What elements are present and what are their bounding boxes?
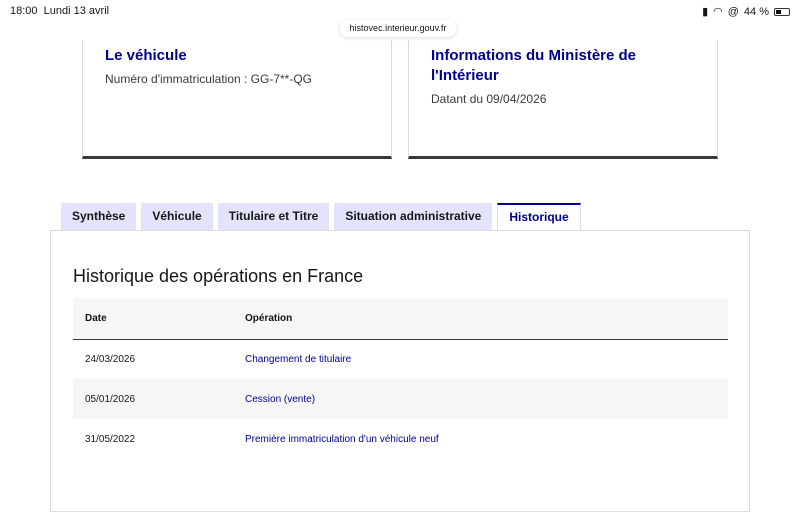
- tab-titulaire[interactable]: Titulaire et Titre: [217, 203, 330, 230]
- vehicle-card: Le véhicule Numéro d'immatriculation : G…: [82, 40, 392, 159]
- tab-historique[interactable]: Historique: [497, 203, 581, 231]
- operation-link[interactable]: Changement de titulaire: [245, 354, 351, 365]
- card-title: Informations du Ministère de l'Intérieur: [431, 47, 637, 84]
- table-row: 24/03/2026 Changement de titulaire: [73, 339, 728, 379]
- signal-icon: ▮: [702, 6, 709, 18]
- lock-rotation-icon: @: [727, 5, 739, 18]
- ministry-card: Informations du Ministère de l'Intérieur…: [408, 40, 718, 159]
- tab-situation[interactable]: Situation administrative: [334, 203, 493, 230]
- row-date: 24/03/2026: [85, 353, 136, 365]
- tab-vehicule[interactable]: Véhicule: [141, 203, 213, 230]
- time: 18:00: [10, 5, 38, 17]
- status-bar: 18:00 Lundi 13 avril ▮ ◠ @44 %: [10, 5, 790, 18]
- url-bar[interactable]: histovec.interieur.gouv.fr: [340, 20, 456, 37]
- operation-link[interactable]: Première immatriculation d'un véhicule n…: [245, 434, 439, 445]
- tab-synthese[interactable]: Synthèse: [61, 203, 137, 230]
- header-operation: Opération: [245, 298, 728, 340]
- operation-link[interactable]: Cession (vente): [245, 394, 315, 405]
- tab-bar: Synthèse Véhicule Titulaire et Titre Sit…: [61, 203, 581, 231]
- card-text: Numéro d'immatriculation : GG-7**-QG: [105, 72, 313, 86]
- battery-percent: 44 %: [743, 5, 769, 18]
- history-panel: Historique des opérations en France Date…: [50, 230, 750, 512]
- wifi-icon: ◠: [713, 6, 723, 18]
- battery-icon: [774, 7, 790, 16]
- panel-title: Historique des opérations en France: [73, 266, 364, 286]
- date: Lundi 13 avril: [43, 5, 110, 17]
- card-text: Datant du 09/04/2026: [431, 92, 547, 106]
- header-date: Date: [73, 298, 245, 340]
- card-title: Le véhicule: [105, 47, 187, 64]
- table-row: 31/05/2022 Première immatriculation d'un …: [73, 419, 728, 459]
- row-date: 05/01/2026: [73, 379, 245, 419]
- table-row: 05/01/2026 Cession (vente): [73, 379, 728, 419]
- row-date: 31/05/2022: [85, 433, 136, 445]
- history-table: Date Opération 24/03/2026 Changement de ti…: [73, 298, 728, 459]
